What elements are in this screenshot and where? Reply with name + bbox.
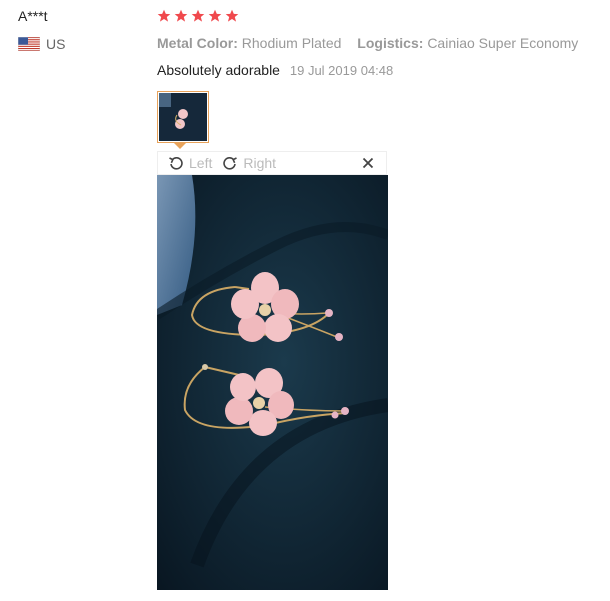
reviewer-name: A***t [18,8,48,24]
review-attributes: Metal Color: Rhodium Plated Logistics: C… [157,35,590,51]
rotate-right-label: Right [243,155,277,171]
logistics-label: Logistics: [357,35,424,51]
thumbnail-image [159,93,207,141]
review-date: 19 Jul 2019 04:48 [289,63,394,78]
earrings-photo [157,175,388,590]
star-icon [157,9,171,22]
rotate-right-icon [223,157,238,170]
rotate-left-label: Left [189,155,213,171]
star-icon [191,9,205,22]
star-icon [208,9,222,22]
rotate-right-button[interactable]: Right [222,155,276,171]
close-viewer-button[interactable] [362,157,374,169]
rotate-left-icon [169,157,183,170]
metal-color-value: Rhodium Plated [241,35,342,51]
photo-viewer-toolbar: Left Right [157,151,387,175]
close-icon [362,157,374,169]
metal-color-label: Metal Color: [157,35,238,51]
review-comment: Absolutely adorable 19 Jul 2019 04:48 [157,62,393,78]
reviewer-country: US [18,36,65,52]
thumbnail-selected-caret [174,143,186,149]
us-flag-icon [18,37,40,51]
star-rating [157,9,239,23]
star-icon [174,9,188,22]
review-photo-thumbnail[interactable] [157,91,209,143]
country-code: US [46,36,66,52]
star-icon [225,9,239,22]
comment-text: Absolutely adorable [157,62,280,78]
rotate-left-button[interactable]: Left [168,155,212,171]
review-photo-large [157,175,388,590]
logistics-value: Cainiao Super Economy [427,35,579,51]
